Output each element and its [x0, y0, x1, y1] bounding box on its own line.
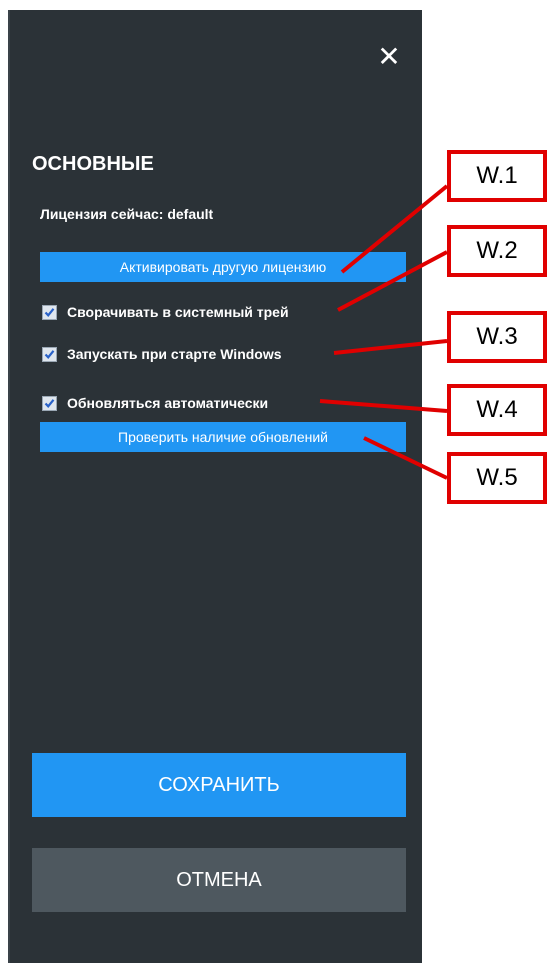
annotation-label-w1: W.1 [447, 150, 547, 202]
annotation-label-w5: W.5 [447, 452, 547, 504]
settings-panel: ✕ ОСНОВНЫЕ Лицензия сейчас: default Акти… [8, 10, 422, 963]
checkbox-checked-icon[interactable] [42, 395, 57, 411]
annotation-label-w3: W.3 [447, 311, 547, 363]
checkbox-checked-icon[interactable] [42, 346, 57, 362]
license-status: Лицензия сейчас: default [40, 206, 214, 222]
screenshot-stage: ✕ ОСНОВНЫЕ Лицензия сейчас: default Акти… [0, 0, 548, 963]
activate-license-button[interactable]: Активировать другую лицензию [40, 252, 406, 282]
close-icon[interactable]: ✕ [376, 43, 402, 71]
annotation-label-w2: W.2 [447, 225, 547, 277]
save-button[interactable]: СОХРАНИТЬ [32, 753, 406, 817]
option-label: Запускать при старте Windows [67, 346, 282, 362]
option-minimize-to-tray[interactable]: Сворачивать в системный трей [42, 302, 289, 322]
option-label: Сворачивать в системный трей [67, 304, 289, 320]
option-run-at-startup[interactable]: Запускать при старте Windows [42, 344, 282, 364]
section-title: ОСНОВНЫЕ [32, 153, 154, 175]
cancel-button[interactable]: ОТМЕНА [32, 848, 406, 912]
option-auto-update[interactable]: Обновляться автоматически [42, 393, 268, 413]
check-updates-button[interactable]: Проверить наличие обновлений [40, 422, 406, 452]
annotation-label-w4: W.4 [447, 384, 547, 436]
checkbox-checked-icon[interactable] [42, 304, 57, 320]
option-label: Обновляться автоматически [67, 395, 269, 411]
